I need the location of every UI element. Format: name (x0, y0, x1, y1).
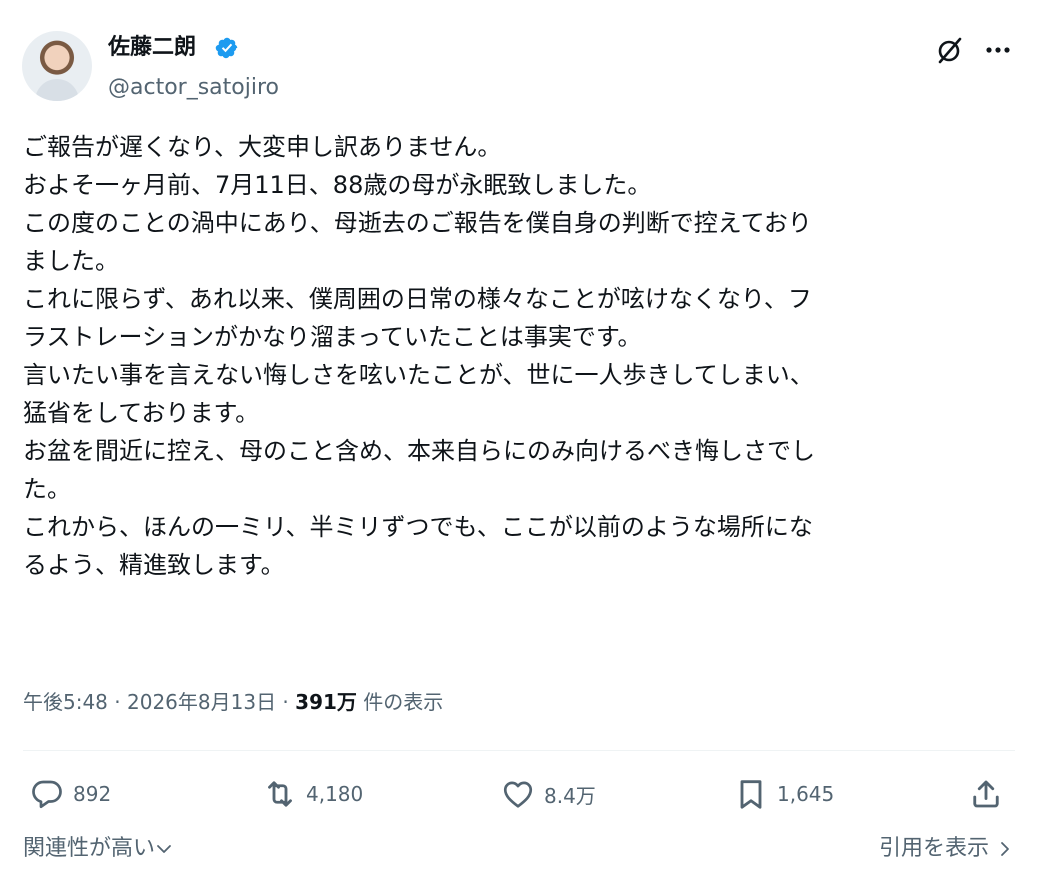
more-icon[interactable] (983, 38, 1013, 62)
tweet-line: 猛省をしております。 (23, 399, 260, 427)
tweet-line: ラストレーションがかなり溜まっていたことは事実です。 (23, 323, 642, 351)
chevron-down-icon (157, 845, 171, 853)
share-icon (973, 780, 999, 808)
tweet-line: これから、ほんの一ミリ、半ミリずつでも、ここが以前のような場所にな (23, 513, 813, 541)
bookmark-button[interactable]: 1,645 (733, 774, 834, 814)
sort-label: 関連性が高い (23, 836, 156, 861)
repost-button[interactable]: 4,180 (262, 774, 363, 814)
tweet-line: ました。 (23, 247, 119, 275)
like-icon (503, 781, 533, 808)
post-time[interactable]: 午後5:48 (23, 690, 108, 714)
tweet-meta: 午後5:48 · 2026年8月13日 · 391万 件の表示 (23, 686, 443, 718)
bookmark-icon (740, 780, 762, 809)
grok-icon[interactable] (935, 35, 965, 65)
like-button[interactable]: 8.4万 (500, 774, 596, 814)
author-handle[interactable]: @actor_satojiro (108, 75, 279, 101)
sort-related-dropdown[interactable]: 関連性が高い (23, 831, 173, 867)
reply-button[interactable]: 892 (29, 774, 111, 814)
repost-icon (268, 781, 292, 807)
tweet-line: これに限らず、あれ以来、僕周囲の日常の様々なことが呟けなくなり、フ (23, 285, 812, 313)
share-button[interactable] (968, 774, 1012, 814)
tweet-text: ご報告が遅くなり、大変申し訳ありません。 およそ一ヶ月前、7月11日、88歳の母… (23, 128, 1013, 584)
tweet-line: 言いたい事を言えない悔しさを呟いたことが、世に一人歩きしてしまい、 (23, 361, 814, 389)
meta-separator: · (107, 690, 127, 714)
reply-icon (32, 780, 62, 809)
view-quotes-link[interactable]: 引用を表示 (879, 831, 1014, 867)
tweet-line: ご報告が遅くなり、大変申し訳ありません。 (23, 133, 502, 161)
view-count: 391万 (295, 690, 357, 714)
bookmark-count: 1,645 (777, 782, 835, 806)
reply-count: 892 (73, 782, 112, 806)
post-date[interactable]: 2026年8月13日 (127, 690, 276, 714)
tweet-line: るよう、精進致します。 (23, 551, 285, 579)
author-name[interactable]: 佐藤二朗 (108, 34, 196, 62)
avatar[interactable] (22, 31, 92, 101)
tweet-line: およそ一ヶ月前、7月11日、88歳の母が永眠致しました。 (23, 171, 652, 199)
quotes-label: 引用を表示 (878, 836, 989, 861)
view-label: 件の表示 (356, 690, 444, 714)
tweet-line: た。 (23, 475, 71, 503)
tweet-line: お盆を間近に控え、母のこと含め、本来自らにのみ向けるべき悔しさでし (23, 437, 815, 465)
meta-separator: · (276, 690, 296, 714)
like-count: 8.4万 (544, 783, 596, 808)
divider (23, 750, 1015, 751)
repost-count: 4,180 (306, 782, 364, 806)
chevron-right-icon (1001, 842, 1009, 856)
verified-badge-icon (215, 37, 238, 59)
tweet-line: この度のことの渦中にあり、母逝去のご報告を僕自身の判断で控えており (23, 209, 812, 237)
